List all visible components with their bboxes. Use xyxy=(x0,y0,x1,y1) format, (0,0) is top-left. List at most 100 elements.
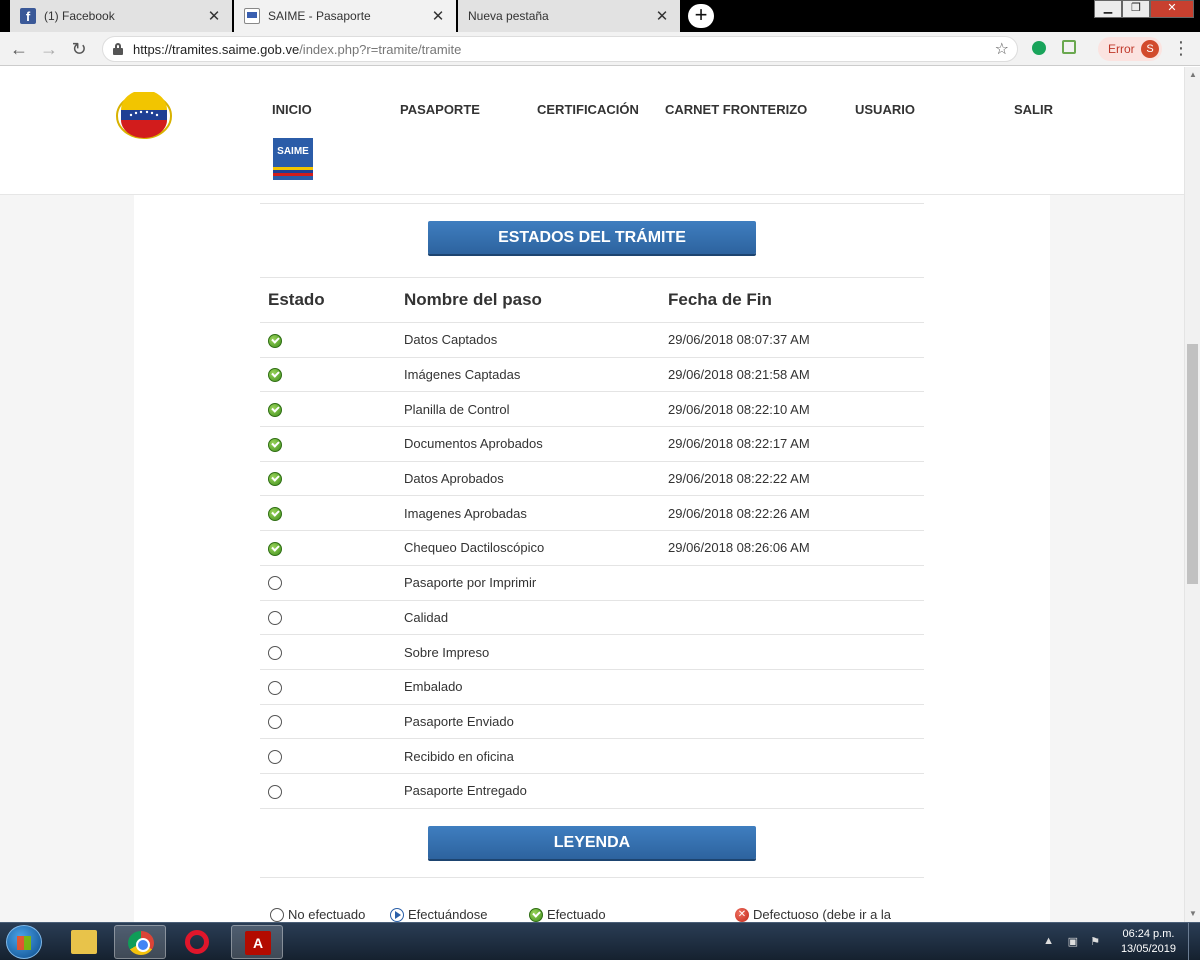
legend-item-progress: Efectuándose xyxy=(390,907,488,922)
folder-icon xyxy=(71,930,97,954)
minimize-icon[interactable]: ▁ xyxy=(1094,0,1122,18)
pending-circle-icon xyxy=(268,715,282,730)
check-icon xyxy=(268,368,282,383)
menu-kebab-icon[interactable]: ⋮ xyxy=(1172,38,1190,59)
step-date: 29/06/2018 08:26:06 AM xyxy=(660,530,924,566)
taskbar-chrome[interactable] xyxy=(114,925,166,959)
step-status-cell xyxy=(260,669,396,705)
avatar: S xyxy=(1141,40,1159,58)
reload-icon[interactable]: ↻ xyxy=(68,38,90,60)
step-status-cell xyxy=(260,461,396,497)
error-label: Error xyxy=(1108,42,1135,56)
table-row: Datos Captados 29/06/2018 08:07:37 AM xyxy=(260,322,924,358)
network-icon[interactable]: ▣ xyxy=(1068,935,1078,948)
step-status-cell xyxy=(260,600,396,636)
extension-green-icon[interactable] xyxy=(1032,41,1046,55)
table-row: Sobre Impreso xyxy=(260,634,924,670)
tray-expand-icon[interactable]: ▲ xyxy=(1043,935,1054,947)
divider xyxy=(260,877,924,878)
step-name: Planilla de Control xyxy=(396,391,660,428)
step-date: 29/06/2018 08:22:22 AM xyxy=(660,461,924,497)
pending-circle-icon xyxy=(270,907,284,922)
address-bar[interactable]: https://tramites.saime.gob.ve/index.php?… xyxy=(102,36,1018,62)
pending-circle-icon xyxy=(268,645,282,660)
restore-icon[interactable]: ❐ xyxy=(1122,0,1150,18)
step-status-cell xyxy=(260,357,396,393)
check-icon xyxy=(268,472,282,487)
nav-pasaporte[interactable]: PASAPORTE xyxy=(400,102,480,117)
step-status-cell xyxy=(260,426,396,462)
close-tab-icon[interactable]: ✕ xyxy=(654,7,670,25)
nav-usuario[interactable]: USUARIO xyxy=(855,102,915,117)
step-status-cell xyxy=(260,322,396,358)
error-x-icon: ✕ xyxy=(735,907,749,922)
taskbar-explorer[interactable] xyxy=(58,925,110,959)
states-title-bar: ESTADOS DEL TRÁMITE xyxy=(428,221,756,254)
step-date: 29/06/2018 08:07:37 AM xyxy=(660,322,924,358)
scrollbar-thumb[interactable] xyxy=(1187,344,1198,584)
site-header: INICIO PASAPORTE CERTIFICACIÓN CARNET FR… xyxy=(0,67,1184,195)
show-desktop-button[interactable] xyxy=(1188,923,1200,960)
legend-item-defective: ✕ Defectuoso (debe ir a la xyxy=(735,907,891,922)
column-header-nombre: Nombre del paso xyxy=(396,277,660,323)
back-icon[interactable]: ← xyxy=(8,38,30,60)
step-name: Imágenes Captadas xyxy=(396,357,660,393)
venezuela-emblem-icon xyxy=(116,92,172,139)
step-status-cell xyxy=(260,565,396,601)
close-tab-icon[interactable]: ✕ xyxy=(206,7,222,25)
pending-circle-icon xyxy=(268,576,282,591)
step-date: 29/06/2018 08:22:26 AM xyxy=(660,495,924,532)
table-row: Embalado xyxy=(260,669,924,705)
table-row: Chequeo Dactiloscópico 29/06/2018 08:26:0… xyxy=(260,530,924,566)
column-header-estado: Estado xyxy=(260,277,396,323)
step-name: Datos Captados xyxy=(396,322,660,358)
browser-tab-bar: f (1) Facebook ✕ SAIME - Pasaporte ✕ Nue… xyxy=(0,0,1200,32)
saime-logo[interactable]: SAIME xyxy=(273,138,313,180)
bookmark-star-icon[interactable]: ☆ xyxy=(995,39,1009,59)
nav-inicio[interactable]: INICIO xyxy=(272,102,312,117)
table-row: Calidad xyxy=(260,600,924,636)
lock-icon xyxy=(113,43,123,55)
flag-icon[interactable]: ⚑ xyxy=(1090,935,1100,948)
step-name: Documentos Aprobados xyxy=(396,426,660,462)
step-date xyxy=(660,704,924,740)
legend-item-pending: No efectuado xyxy=(270,907,365,922)
step-date xyxy=(660,600,924,636)
taskbar-opera[interactable] xyxy=(172,925,224,959)
nav-carnet-fronterizo[interactable]: CARNET FRONTERIZO xyxy=(665,102,807,117)
check-icon xyxy=(268,541,282,556)
table-row: Datos Aprobados 29/06/2018 08:22:22 AM xyxy=(260,461,924,497)
pending-circle-icon xyxy=(268,749,282,764)
window-controls: ▁ ❐ ✕ xyxy=(1094,0,1194,18)
table-row: Imagenes Aprobadas 29/06/2018 08:22:26 AM xyxy=(260,495,924,532)
nav-certificacion[interactable]: CERTIFICACIÓN xyxy=(537,102,639,117)
tab-title: (1) Facebook xyxy=(44,9,115,23)
windows-start-icon[interactable] xyxy=(6,925,42,959)
tab-saime[interactable]: SAIME - Pasaporte ✕ xyxy=(234,0,456,32)
opera-icon xyxy=(185,930,209,954)
step-name: Sobre Impreso xyxy=(396,634,660,670)
scroll-up-icon[interactable]: ▲ xyxy=(1185,67,1200,83)
close-tab-icon[interactable]: ✕ xyxy=(430,7,446,25)
forward-icon[interactable]: → xyxy=(38,38,60,60)
page-scrollbar[interactable]: ▲ ▼ xyxy=(1184,67,1200,922)
tab-new[interactable]: Nueva pestaña ✕ xyxy=(458,0,680,32)
check-icon xyxy=(268,403,282,417)
step-status-cell xyxy=(260,773,396,809)
table-row: Pasaporte Entregado xyxy=(260,773,924,809)
check-icon xyxy=(268,507,282,522)
tab-facebook[interactable]: f (1) Facebook ✕ xyxy=(10,0,232,32)
system-clock[interactable]: 06:24 p.m. 13/05/2019 xyxy=(1121,927,1176,957)
divider xyxy=(260,203,924,204)
table-row: Recibido en oficina xyxy=(260,738,924,774)
close-window-icon[interactable]: ✕ xyxy=(1150,0,1194,18)
scroll-down-icon[interactable]: ▼ xyxy=(1185,906,1200,922)
taskbar-pdf-reader[interactable]: A xyxy=(231,925,283,959)
nav-salir[interactable]: SALIR xyxy=(1014,102,1053,117)
extension-check-icon[interactable] xyxy=(1062,40,1076,54)
table-row: Imágenes Captadas 29/06/2018 08:21:58 AM xyxy=(260,357,924,393)
step-date xyxy=(660,773,924,809)
tab-title: SAIME - Pasaporte xyxy=(268,9,371,23)
profile-error-button[interactable]: Error S xyxy=(1098,37,1162,61)
new-tab-button[interactable]: + xyxy=(688,4,714,28)
